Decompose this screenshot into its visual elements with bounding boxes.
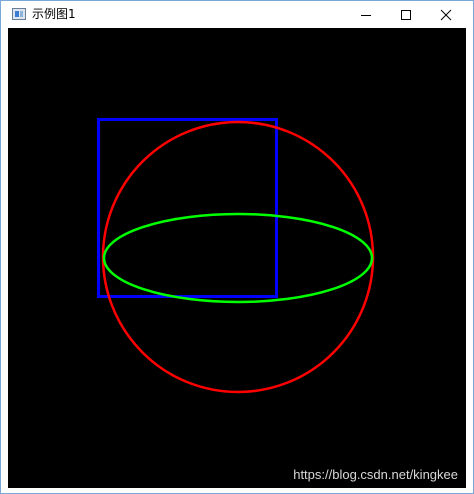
title-bar[interactable]: 示例图1: [1, 1, 473, 28]
watermark-text: https://blog.csdn.net/kingkee: [293, 467, 458, 482]
close-icon: [440, 9, 452, 20]
shapes-layer: [97, 118, 375, 394]
window-title: 示例图1: [32, 7, 76, 21]
green-ellipse: [102, 212, 374, 304]
minimize-button[interactable]: [346, 1, 386, 28]
close-button[interactable]: [426, 1, 466, 28]
maximize-button[interactable]: [386, 1, 426, 28]
blue-rectangle: [97, 118, 278, 298]
minimize-icon: [361, 14, 371, 16]
app-window: 示例图1 https://blog.csdn.net/kingkee: [0, 0, 474, 494]
drawing-canvas[interactable]: https://blog.csdn.net/kingkee: [8, 28, 466, 488]
maximize-icon: [401, 9, 411, 20]
app-window-icon[interactable]: [12, 8, 26, 20]
red-circle: [101, 120, 375, 394]
